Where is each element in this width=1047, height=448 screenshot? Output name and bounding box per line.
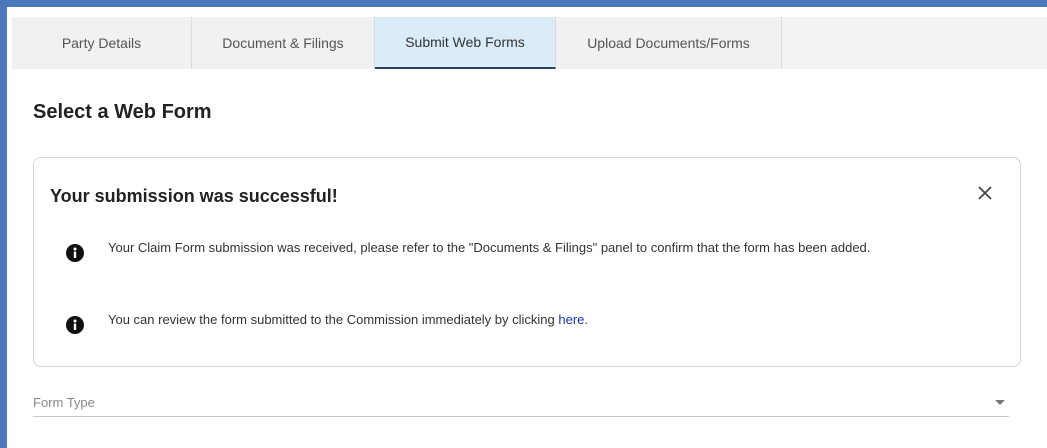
success-alert: Your submission was successful! Your Cla… bbox=[33, 157, 1021, 367]
main-panel: Select a Web Form Your submission was su… bbox=[12, 69, 1047, 448]
window-top-border bbox=[0, 0, 1047, 7]
page-title: Select a Web Form bbox=[33, 101, 212, 123]
tab-upload-documents-forms[interactable]: Upload Documents/Forms bbox=[556, 17, 782, 69]
window-left-border bbox=[0, 0, 7, 448]
info-icon bbox=[66, 316, 84, 334]
alert-message-text: You can review the form submitted to the… bbox=[108, 313, 588, 327]
close-icon[interactable] bbox=[972, 180, 998, 206]
form-type-select[interactable]: Form Type bbox=[33, 385, 1009, 417]
tab-party-details[interactable]: Party Details bbox=[12, 17, 192, 69]
alert-message: You can review the form submitted to the… bbox=[66, 313, 990, 334]
dropdown-caret-icon bbox=[995, 400, 1005, 405]
tab-submit-web-forms[interactable]: Submit Web Forms bbox=[375, 17, 556, 69]
form-type-label: Form Type bbox=[33, 395, 95, 410]
info-icon bbox=[66, 244, 84, 262]
alert-title: Your submission was successful! bbox=[50, 186, 338, 206]
here-link[interactable]: here bbox=[558, 312, 584, 327]
tab-bar: Party Details Document & Filings Submit … bbox=[12, 17, 1047, 70]
tab-document-filings[interactable]: Document & Filings bbox=[192, 17, 375, 69]
message-text-end: . bbox=[584, 312, 589, 327]
alert-message-text: Your Claim Form submission was received,… bbox=[108, 240, 871, 255]
alert-message: Your Claim Form submission was received,… bbox=[66, 241, 990, 262]
message-text: You can review the form submitted to the… bbox=[108, 312, 559, 327]
